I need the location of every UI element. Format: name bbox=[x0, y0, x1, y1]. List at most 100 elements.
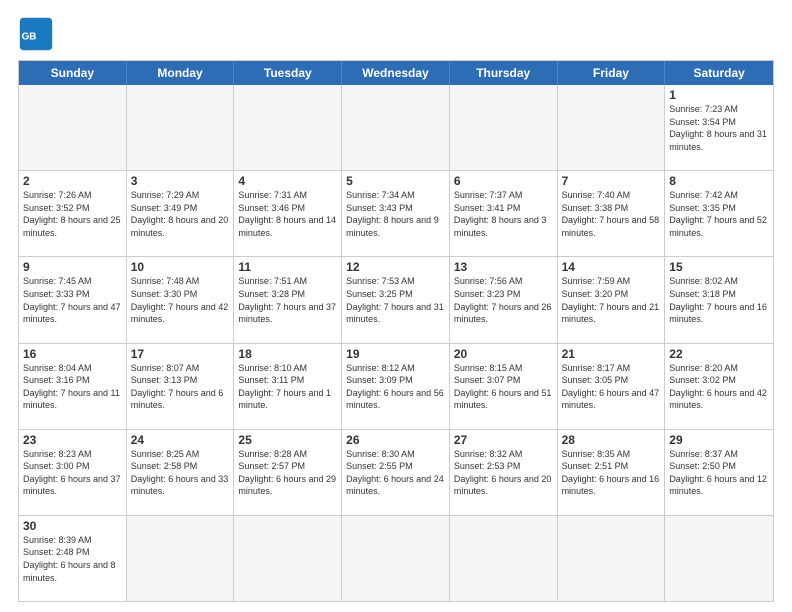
cal-cell bbox=[558, 516, 666, 601]
cal-cell: 6Sunrise: 7:37 AM Sunset: 3:41 PM Daylig… bbox=[450, 171, 558, 256]
cell-info: Sunrise: 7:26 AM Sunset: 3:52 PM Dayligh… bbox=[23, 189, 122, 239]
cal-cell: 24Sunrise: 8:25 AM Sunset: 2:58 PM Dayli… bbox=[127, 430, 235, 515]
cell-info: Sunrise: 8:10 AM Sunset: 3:11 PM Dayligh… bbox=[238, 362, 337, 412]
cal-cell: 14Sunrise: 7:59 AM Sunset: 3:20 PM Dayli… bbox=[558, 257, 666, 342]
cell-info: Sunrise: 8:23 AM Sunset: 3:00 PM Dayligh… bbox=[23, 448, 122, 498]
cell-info: Sunrise: 8:17 AM Sunset: 3:05 PM Dayligh… bbox=[562, 362, 661, 412]
logo: GB bbox=[18, 16, 58, 52]
cal-cell: 28Sunrise: 8:35 AM Sunset: 2:51 PM Dayli… bbox=[558, 430, 666, 515]
day-number: 2 bbox=[23, 174, 122, 188]
cell-info: Sunrise: 8:35 AM Sunset: 2:51 PM Dayligh… bbox=[562, 448, 661, 498]
cal-cell: 5Sunrise: 7:34 AM Sunset: 3:43 PM Daylig… bbox=[342, 171, 450, 256]
cal-cell bbox=[19, 85, 127, 170]
cal-week-1: 2Sunrise: 7:26 AM Sunset: 3:52 PM Daylig… bbox=[19, 170, 773, 256]
day-number: 23 bbox=[23, 433, 122, 447]
page: GB SundayMondayTuesdayWednesdayThursdayF… bbox=[0, 0, 792, 612]
cell-info: Sunrise: 7:29 AM Sunset: 3:49 PM Dayligh… bbox=[131, 189, 230, 239]
day-number: 12 bbox=[346, 260, 445, 274]
day-number: 4 bbox=[238, 174, 337, 188]
cell-info: Sunrise: 8:12 AM Sunset: 3:09 PM Dayligh… bbox=[346, 362, 445, 412]
day-number: 14 bbox=[562, 260, 661, 274]
cal-cell: 9Sunrise: 7:45 AM Sunset: 3:33 PM Daylig… bbox=[19, 257, 127, 342]
day-number: 9 bbox=[23, 260, 122, 274]
cal-cell: 8Sunrise: 7:42 AM Sunset: 3:35 PM Daylig… bbox=[665, 171, 773, 256]
cal-week-4: 23Sunrise: 8:23 AM Sunset: 3:00 PM Dayli… bbox=[19, 429, 773, 515]
cal-cell: 13Sunrise: 7:56 AM Sunset: 3:23 PM Dayli… bbox=[450, 257, 558, 342]
cal-week-3: 16Sunrise: 8:04 AM Sunset: 3:16 PM Dayli… bbox=[19, 343, 773, 429]
cell-info: Sunrise: 7:40 AM Sunset: 3:38 PM Dayligh… bbox=[562, 189, 661, 239]
cal-cell bbox=[450, 516, 558, 601]
cal-header-wednesday: Wednesday bbox=[342, 61, 450, 85]
cal-header-thursday: Thursday bbox=[450, 61, 558, 85]
cal-week-5: 30Sunrise: 8:39 AM Sunset: 2:48 PM Dayli… bbox=[19, 515, 773, 601]
cell-info: Sunrise: 8:04 AM Sunset: 3:16 PM Dayligh… bbox=[23, 362, 122, 412]
day-number: 21 bbox=[562, 347, 661, 361]
calendar: SundayMondayTuesdayWednesdayThursdayFrid… bbox=[18, 60, 774, 602]
cal-cell: 1Sunrise: 7:23 AM Sunset: 3:54 PM Daylig… bbox=[665, 85, 773, 170]
cal-cell: 20Sunrise: 8:15 AM Sunset: 3:07 PM Dayli… bbox=[450, 344, 558, 429]
header: GB bbox=[18, 16, 774, 52]
calendar-header-row: SundayMondayTuesdayWednesdayThursdayFrid… bbox=[19, 61, 773, 85]
cell-info: Sunrise: 8:37 AM Sunset: 2:50 PM Dayligh… bbox=[669, 448, 769, 498]
cell-info: Sunrise: 7:31 AM Sunset: 3:46 PM Dayligh… bbox=[238, 189, 337, 239]
day-number: 16 bbox=[23, 347, 122, 361]
day-number: 8 bbox=[669, 174, 769, 188]
cal-cell bbox=[665, 516, 773, 601]
cell-info: Sunrise: 8:02 AM Sunset: 3:18 PM Dayligh… bbox=[669, 275, 769, 325]
cell-info: Sunrise: 7:34 AM Sunset: 3:43 PM Dayligh… bbox=[346, 189, 445, 239]
cal-header-monday: Monday bbox=[127, 61, 235, 85]
cal-cell: 26Sunrise: 8:30 AM Sunset: 2:55 PM Dayli… bbox=[342, 430, 450, 515]
calendar-body: 1Sunrise: 7:23 AM Sunset: 3:54 PM Daylig… bbox=[19, 85, 773, 601]
day-number: 1 bbox=[669, 88, 769, 102]
cell-info: Sunrise: 7:37 AM Sunset: 3:41 PM Dayligh… bbox=[454, 189, 553, 239]
cal-week-0: 1Sunrise: 7:23 AM Sunset: 3:54 PM Daylig… bbox=[19, 85, 773, 170]
cal-cell: 25Sunrise: 8:28 AM Sunset: 2:57 PM Dayli… bbox=[234, 430, 342, 515]
cal-cell bbox=[127, 516, 235, 601]
day-number: 13 bbox=[454, 260, 553, 274]
day-number: 7 bbox=[562, 174, 661, 188]
day-number: 30 bbox=[23, 519, 122, 533]
cal-header-sunday: Sunday bbox=[19, 61, 127, 85]
cell-info: Sunrise: 8:07 AM Sunset: 3:13 PM Dayligh… bbox=[131, 362, 230, 412]
day-number: 11 bbox=[238, 260, 337, 274]
cell-info: Sunrise: 7:23 AM Sunset: 3:54 PM Dayligh… bbox=[669, 103, 769, 153]
cal-cell: 23Sunrise: 8:23 AM Sunset: 3:00 PM Dayli… bbox=[19, 430, 127, 515]
cell-info: Sunrise: 8:30 AM Sunset: 2:55 PM Dayligh… bbox=[346, 448, 445, 498]
day-number: 5 bbox=[346, 174, 445, 188]
day-number: 3 bbox=[131, 174, 230, 188]
cal-cell: 27Sunrise: 8:32 AM Sunset: 2:53 PM Dayli… bbox=[450, 430, 558, 515]
cal-header-saturday: Saturday bbox=[665, 61, 773, 85]
day-number: 6 bbox=[454, 174, 553, 188]
cal-cell: 18Sunrise: 8:10 AM Sunset: 3:11 PM Dayli… bbox=[234, 344, 342, 429]
cal-header-friday: Friday bbox=[558, 61, 666, 85]
svg-text:GB: GB bbox=[22, 31, 37, 42]
cell-info: Sunrise: 8:15 AM Sunset: 3:07 PM Dayligh… bbox=[454, 362, 553, 412]
cal-cell: 4Sunrise: 7:31 AM Sunset: 3:46 PM Daylig… bbox=[234, 171, 342, 256]
day-number: 20 bbox=[454, 347, 553, 361]
day-number: 15 bbox=[669, 260, 769, 274]
cell-info: Sunrise: 7:48 AM Sunset: 3:30 PM Dayligh… bbox=[131, 275, 230, 325]
cell-info: Sunrise: 8:32 AM Sunset: 2:53 PM Dayligh… bbox=[454, 448, 553, 498]
cal-cell bbox=[234, 85, 342, 170]
cell-info: Sunrise: 7:51 AM Sunset: 3:28 PM Dayligh… bbox=[238, 275, 337, 325]
cell-info: Sunrise: 8:39 AM Sunset: 2:48 PM Dayligh… bbox=[23, 534, 122, 584]
cell-info: Sunrise: 7:45 AM Sunset: 3:33 PM Dayligh… bbox=[23, 275, 122, 325]
day-number: 18 bbox=[238, 347, 337, 361]
cal-cell: 15Sunrise: 8:02 AM Sunset: 3:18 PM Dayli… bbox=[665, 257, 773, 342]
day-number: 19 bbox=[346, 347, 445, 361]
cal-week-2: 9Sunrise: 7:45 AM Sunset: 3:33 PM Daylig… bbox=[19, 256, 773, 342]
day-number: 28 bbox=[562, 433, 661, 447]
cal-cell: 17Sunrise: 8:07 AM Sunset: 3:13 PM Dayli… bbox=[127, 344, 235, 429]
cal-cell: 21Sunrise: 8:17 AM Sunset: 3:05 PM Dayli… bbox=[558, 344, 666, 429]
cell-info: Sunrise: 7:42 AM Sunset: 3:35 PM Dayligh… bbox=[669, 189, 769, 239]
cal-cell bbox=[342, 85, 450, 170]
cal-cell: 29Sunrise: 8:37 AM Sunset: 2:50 PM Dayli… bbox=[665, 430, 773, 515]
cal-cell bbox=[342, 516, 450, 601]
cal-cell bbox=[127, 85, 235, 170]
day-number: 17 bbox=[131, 347, 230, 361]
cal-header-tuesday: Tuesday bbox=[234, 61, 342, 85]
cell-info: Sunrise: 8:25 AM Sunset: 2:58 PM Dayligh… bbox=[131, 448, 230, 498]
cal-cell bbox=[558, 85, 666, 170]
day-number: 26 bbox=[346, 433, 445, 447]
day-number: 25 bbox=[238, 433, 337, 447]
